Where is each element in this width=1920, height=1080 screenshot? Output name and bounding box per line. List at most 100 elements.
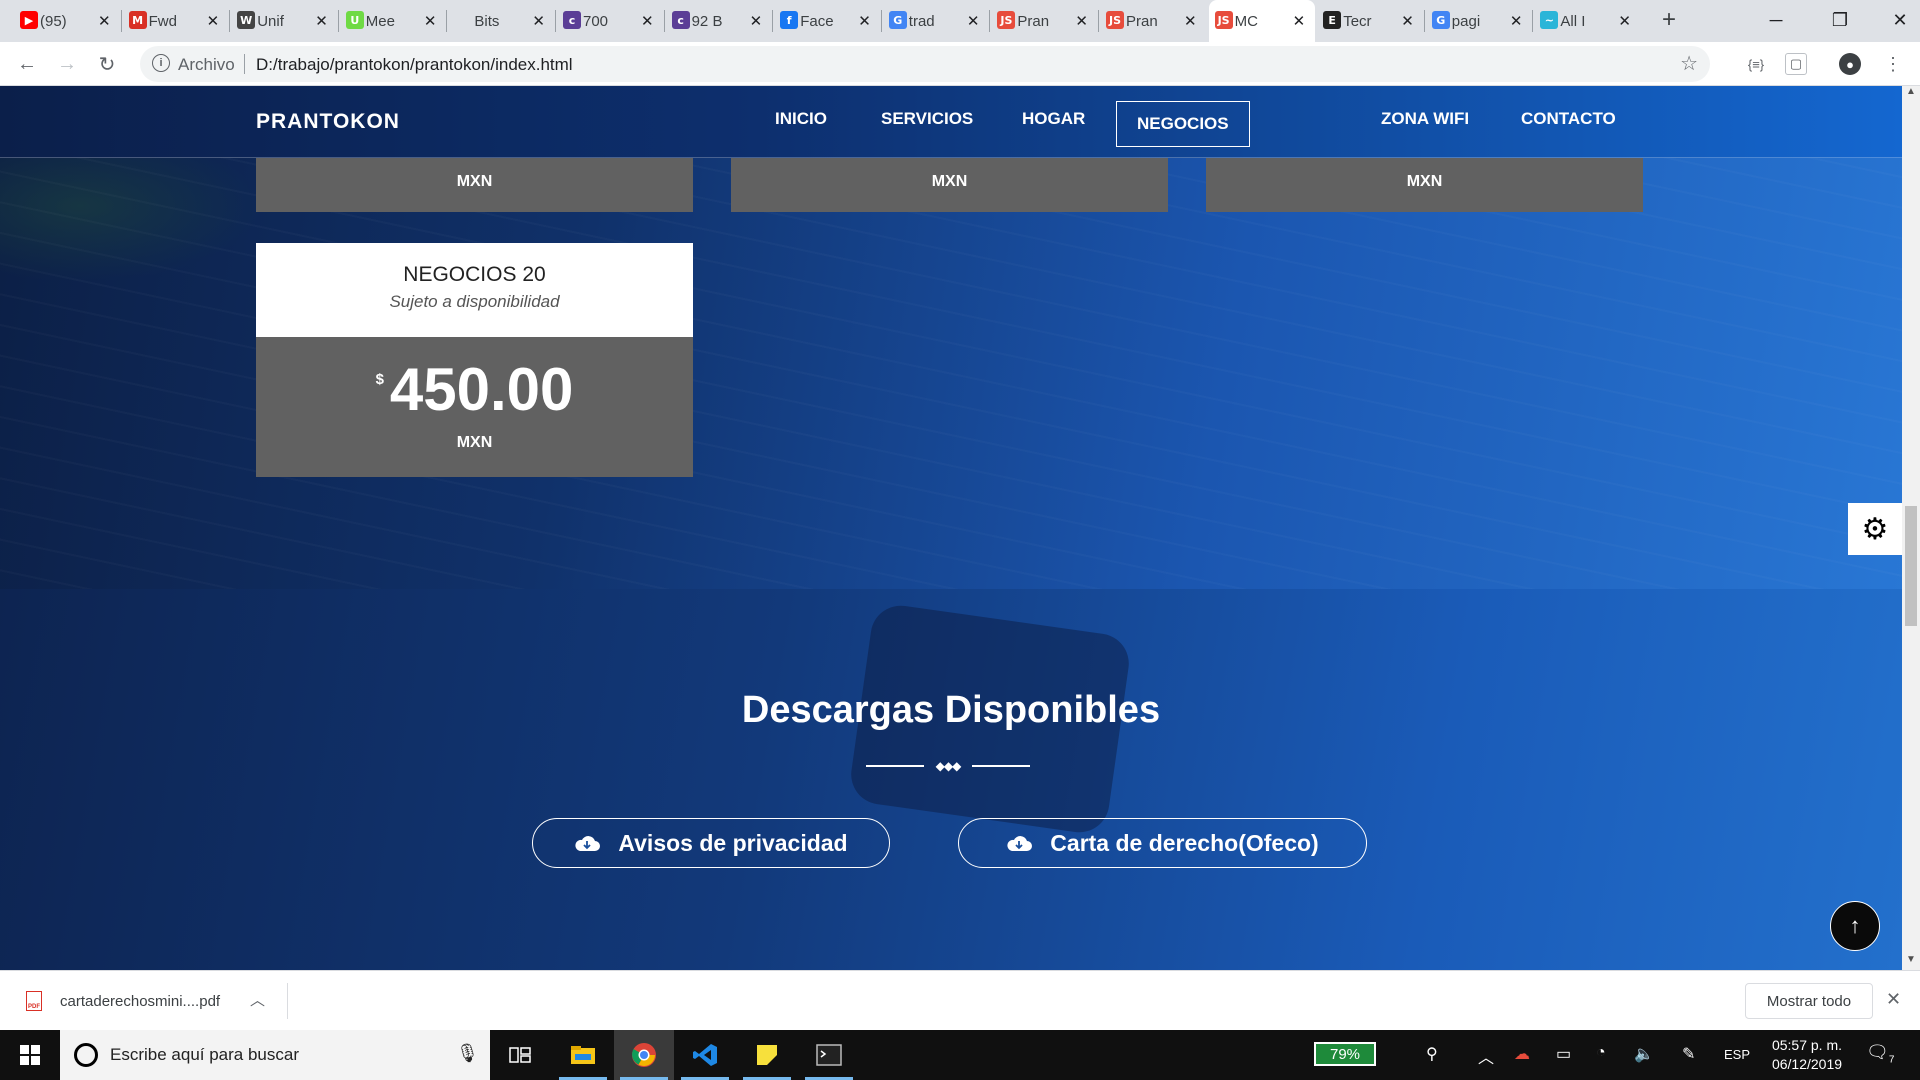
language-indicator[interactable]: ESP	[1724, 1047, 1750, 1062]
nav-servicios[interactable]: SERVICIOS	[881, 109, 973, 129]
price-amount: 450.00	[389, 356, 574, 423]
windows-logo-icon	[20, 1045, 40, 1065]
tab-close-icon[interactable]: ✕	[424, 12, 437, 30]
reload-button[interactable]: ↻	[94, 51, 120, 77]
chevron-up-icon[interactable]: ︿	[250, 989, 265, 1010]
tab-close-icon[interactable]: ✕	[967, 12, 980, 30]
task-view-icon[interactable]	[490, 1030, 550, 1080]
nav-inicio[interactable]: INICIO	[775, 109, 827, 129]
close-window-button[interactable]: ✕	[1868, 0, 1920, 40]
browser-tab[interactable]: Gtrad ✕	[883, 0, 990, 42]
forward-button[interactable]: →	[54, 51, 80, 77]
privacy-notice-download-button[interactable]: Avisos de privacidad	[532, 818, 890, 868]
nav-contacto[interactable]: CONTACTO	[1521, 109, 1616, 129]
tab-title: MC	[1234, 12, 1258, 30]
tab-close-icon[interactable]: ✕	[1075, 12, 1088, 30]
battery-indicator[interactable]: 79%	[1314, 1042, 1376, 1066]
show-all-downloads-button[interactable]: Mostrar todo	[1745, 983, 1873, 1019]
browser-tab[interactable]: Bits ✕	[448, 0, 555, 42]
tab-close-icon[interactable]: ✕	[858, 12, 871, 30]
download-label: Carta de derecho(Ofeco)	[1050, 829, 1319, 856]
tab-close-icon[interactable]: ✕	[1293, 12, 1306, 30]
people-icon[interactable]: ⚲	[1426, 1044, 1438, 1064]
browser-tab[interactable]: Gpagi ✕	[1426, 0, 1533, 42]
windows-taskbar: Escribe aquí para buscar 🎙 79% ⚲ ︿ ☁ ▭ ◔…	[0, 1030, 1920, 1080]
tab-close-icon[interactable]: ✕	[1401, 12, 1414, 30]
page-scrollbar[interactable]: ▲ ▼	[1902, 86, 1920, 970]
microphone-icon[interactable]: 🎙	[456, 1043, 479, 1064]
bookmark-star-icon[interactable]: ☆	[1680, 51, 1698, 76]
downloaded-file-name[interactable]: cartaderechosmini....pdf	[60, 993, 220, 1010]
site-navbar: PRANTOKON INICIO SERVICIOS HOGAR NEGOCIO…	[0, 86, 1902, 158]
sticky-notes-icon[interactable]	[737, 1030, 797, 1080]
system-clock[interactable]: 05:57 p. m. 06/12/2019	[1762, 1036, 1852, 1074]
browser-tab[interactable]: W Unif ✕	[231, 0, 338, 42]
scroll-up-arrow-icon[interactable]: ▲	[1902, 86, 1920, 102]
file-explorer-icon[interactable]	[553, 1030, 613, 1080]
tab-close-icon[interactable]: ✕	[207, 12, 220, 30]
browser-tab[interactable]: c 92 B ✕	[666, 0, 773, 42]
cloud-download-icon	[575, 836, 601, 851]
extension-icon-2[interactable]: ▢	[1785, 53, 1807, 75]
scroll-to-top-button[interactable]: ↑	[1830, 901, 1880, 951]
scroll-down-arrow-icon[interactable]: ▼	[1902, 954, 1920, 970]
settings-gear-icon[interactable]: ⚙	[1848, 503, 1902, 555]
nav-hogar[interactable]: HOGAR	[1022, 109, 1085, 129]
tab-close-icon[interactable]: ✕	[315, 12, 328, 30]
plan-subtitle: Sujeto a disponibilidad	[389, 292, 560, 311]
maximize-button[interactable]: ❐	[1808, 0, 1872, 40]
browser-tab[interactable]: c 700 ✕	[557, 0, 664, 42]
wifi-icon[interactable]: ◔	[1596, 1044, 1606, 1062]
site-logo[interactable]: PRANTOKON	[256, 110, 400, 134]
taskbar-search-box[interactable]: Escribe aquí para buscar 🎙	[60, 1030, 490, 1080]
browser-tab[interactable]: ~ All I ✕	[1534, 0, 1641, 42]
browser-tab[interactable]: U Mee ✕	[340, 0, 447, 42]
tab-close-icon[interactable]: ✕	[750, 12, 763, 30]
tab-close-icon[interactable]: ✕	[98, 12, 111, 30]
tab-close-icon[interactable]: ✕	[641, 12, 654, 30]
extension-icon[interactable]: {≡}	[1745, 53, 1767, 75]
browser-tab[interactable]: JS MC ✕	[1208, 0, 1316, 42]
browser-tab[interactable]: JS Pran ✕	[991, 0, 1098, 42]
volume-icon[interactable]: 🔈	[1634, 1044, 1654, 1064]
cloud-download-icon	[1007, 836, 1033, 851]
js-icon: JS	[1214, 11, 1233, 29]
vscode-icon[interactable]	[675, 1030, 735, 1080]
info-icon[interactable]: i	[152, 54, 170, 72]
pricing-card-negocios-20[interactable]: NEGOCIOS 20 Sujeto a disponibilidad $ 45…	[256, 243, 693, 477]
action-center-icon[interactable]: 🗨7	[1866, 1042, 1894, 1066]
browser-tab[interactable]: M Fwd ✕	[123, 0, 230, 42]
browser-tab[interactable]: f Face ✕	[774, 0, 881, 42]
diamonds-ornament: ◆◆◆	[935, 759, 962, 773]
new-tab-button[interactable]: +	[1655, 6, 1683, 34]
tab-close-icon[interactable]: ✕	[1184, 12, 1197, 30]
browser-tab[interactable]: E Tecr ✕	[1317, 0, 1424, 42]
tab-close-icon[interactable]: ✕	[1618, 12, 1631, 30]
browser-toolbar: ← → ↻ i Archivo D:/trabajo/prantokon/pra…	[0, 42, 1920, 86]
terminal-icon[interactable]	[799, 1030, 859, 1080]
back-button[interactable]: ←	[14, 51, 40, 77]
scrollbar-thumb[interactable]	[1905, 506, 1917, 626]
browser-tab[interactable]: ▶ (95) ✕	[14, 0, 121, 42]
address-bar[interactable]: i Archivo D:/trabajo/prantokon/prantokon…	[140, 46, 1710, 82]
profile-avatar[interactable]: ●	[1839, 53, 1861, 75]
tab-separator	[1423, 10, 1425, 32]
nav-negocios[interactable]: NEGOCIOS	[1116, 101, 1250, 147]
show-hidden-icons-chevron-icon[interactable]: ︿	[1478, 1044, 1494, 1068]
menu-kebab-icon[interactable]: ⋮	[1882, 53, 1904, 75]
chrome-icon[interactable]	[614, 1030, 674, 1080]
nav-zona-wifi[interactable]: ZONA WIFI	[1381, 109, 1469, 129]
url-text[interactable]: D:/trabajo/prantokon/prantokon/index.htm…	[256, 55, 573, 75]
tab-close-icon[interactable]: ✕	[1510, 12, 1523, 30]
close-shelf-icon[interactable]: ✕	[1886, 989, 1901, 1010]
onedrive-error-icon[interactable]: ☁	[1514, 1044, 1530, 1064]
download-label: Avisos de privacidad	[618, 829, 848, 856]
windows-start-button[interactable]	[0, 1030, 60, 1080]
browser-tab[interactable]: JS Pran ✕	[1100, 0, 1207, 42]
battery-icon[interactable]: ▭	[1556, 1044, 1571, 1064]
tab-close-icon[interactable]: ✕	[532, 12, 545, 30]
rights-letter-download-button[interactable]: Carta de derecho(Ofeco)	[958, 818, 1367, 868]
pen-icon[interactable]: ✎	[1682, 1044, 1695, 1064]
pricing-card-partial: MXN	[1206, 158, 1643, 212]
minimize-button[interactable]: ─	[1744, 0, 1808, 40]
